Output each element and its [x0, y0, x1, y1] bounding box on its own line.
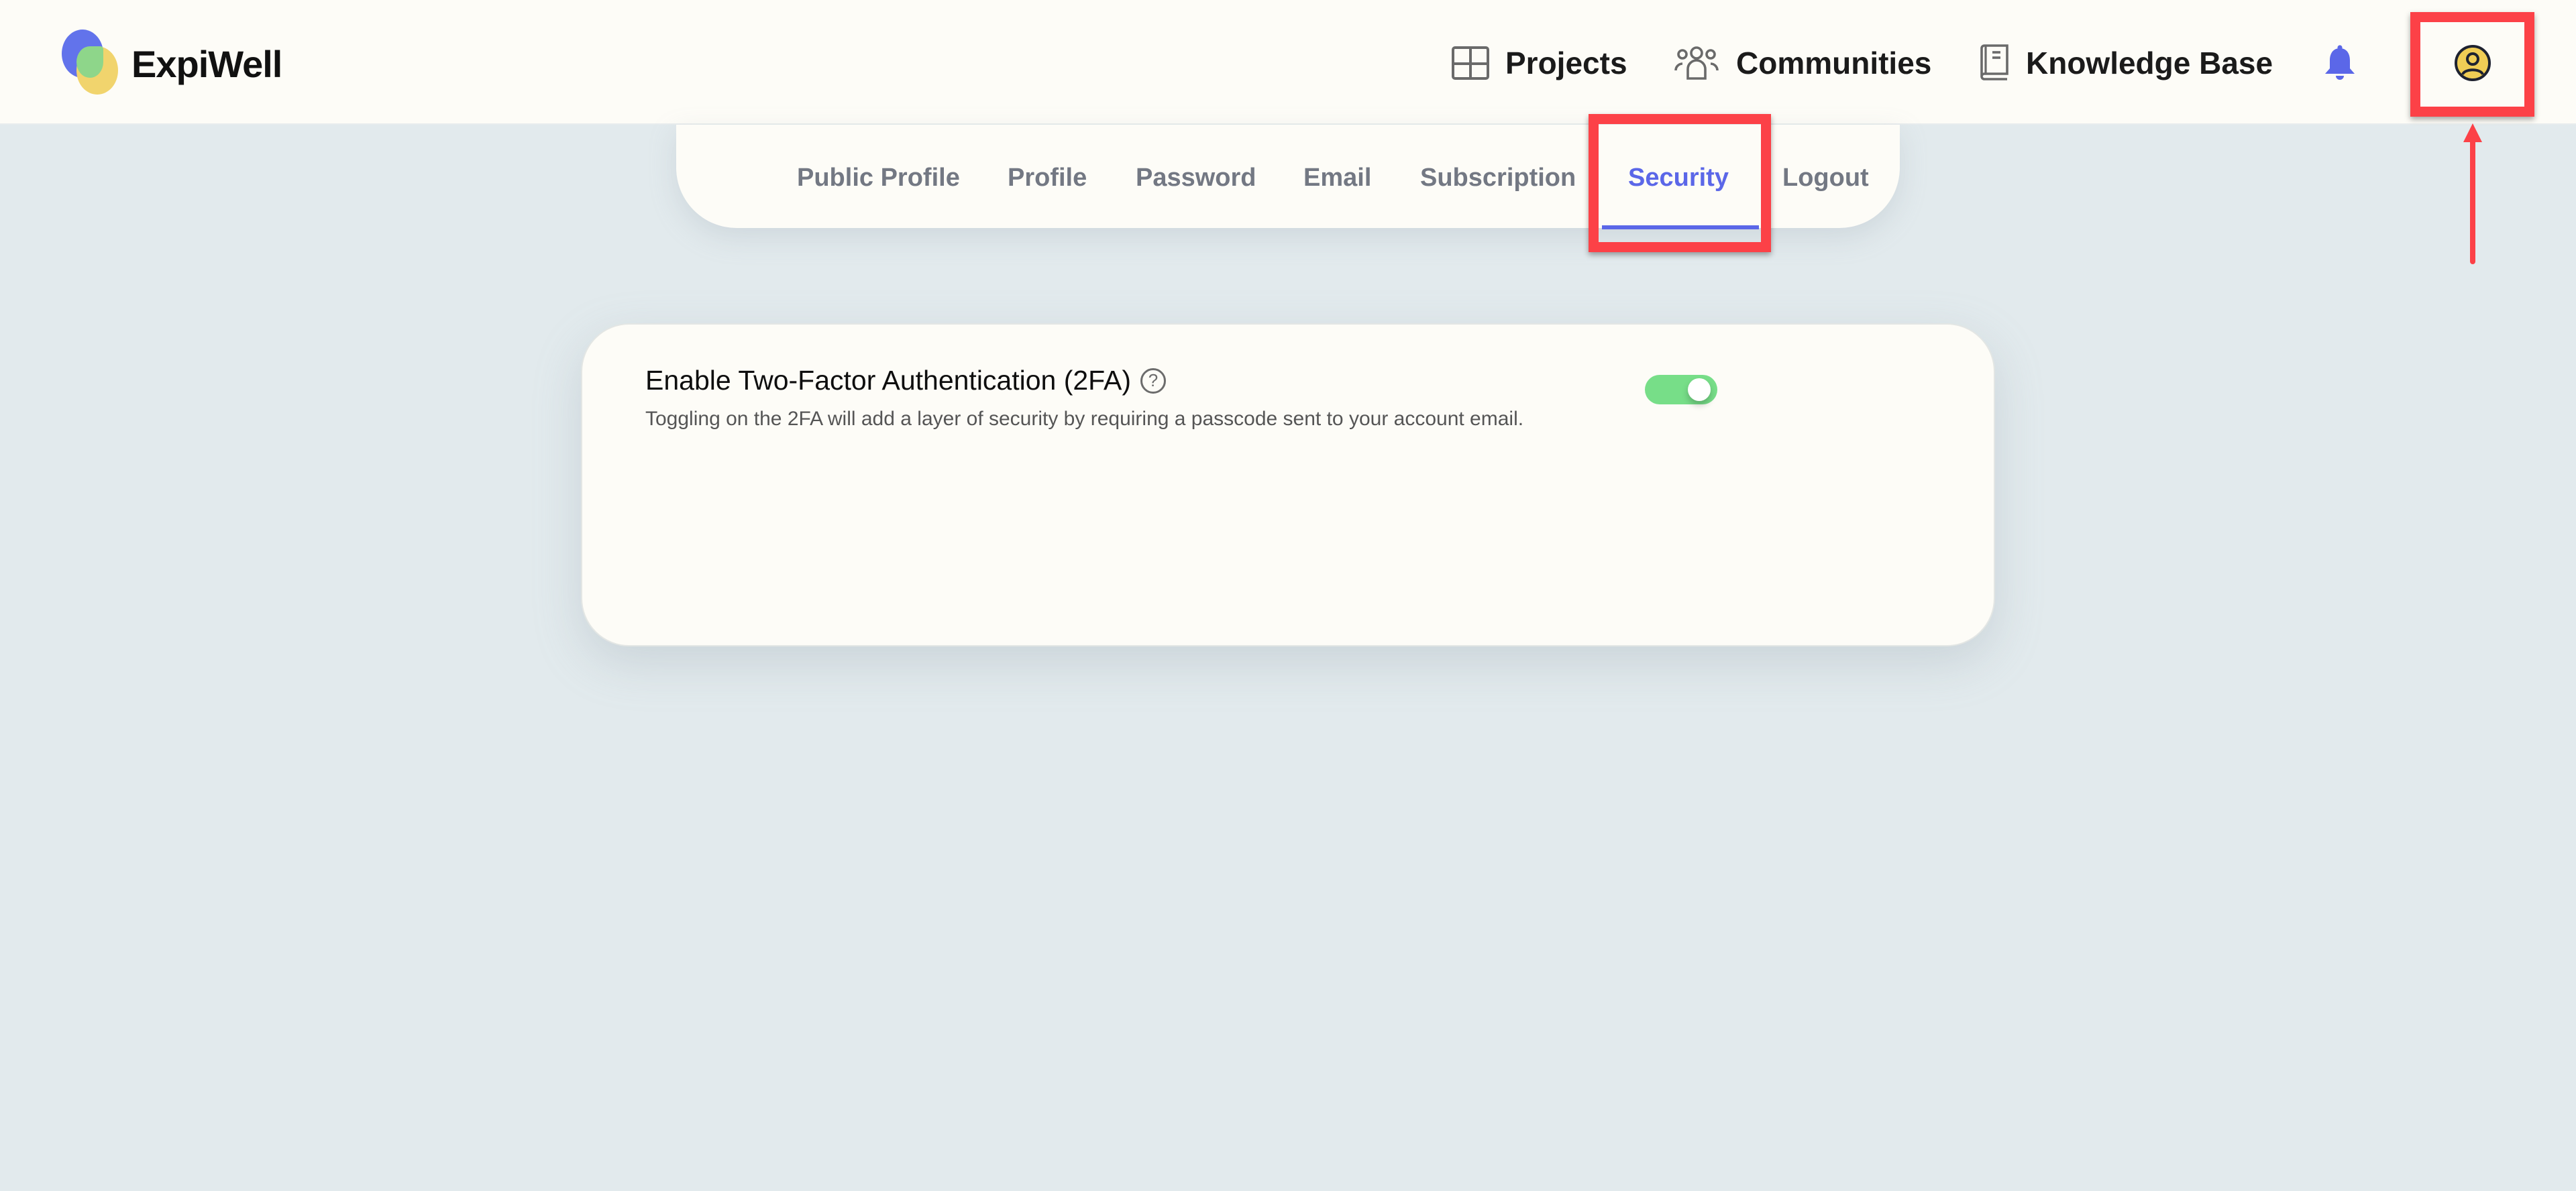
two-factor-title-text: Enable Two-Factor Authentication (2FA): [645, 365, 1131, 396]
active-tab-indicator: [1602, 225, 1759, 229]
nav-communities[interactable]: Communities: [1673, 42, 1931, 84]
security-settings-card: Enable Two-Factor Authentication (2FA) ?…: [581, 323, 1995, 646]
tab-logout[interactable]: Logout: [1782, 164, 1869, 192]
grid-icon: [1452, 46, 1489, 80]
user-circle-icon: [2455, 45, 2491, 81]
bell-icon: [2325, 45, 2355, 80]
book-icon: [1980, 44, 2008, 80]
brand-name: ExpiWell: [131, 42, 282, 85]
nav-projects[interactable]: Projects: [1452, 42, 1627, 84]
tab-profile[interactable]: Profile: [1008, 164, 1087, 192]
tab-public-profile[interactable]: Public Profile: [797, 164, 960, 192]
nav-knowledge-base-label: Knowledge Base: [2026, 46, 2273, 80]
two-factor-toggle[interactable]: [1645, 375, 1717, 404]
two-factor-setting-title: Enable Two-Factor Authentication (2FA) ?: [645, 365, 1166, 396]
notifications-button[interactable]: [2322, 44, 2357, 82]
annotation-arrow-up-icon: [2463, 123, 2482, 264]
toggle-knob: [1688, 378, 1711, 401]
tab-email[interactable]: Email: [1303, 164, 1371, 192]
account-menu-button[interactable]: [2454, 44, 2491, 82]
two-factor-description: Toggling on the 2FA will add a layer of …: [645, 408, 1524, 430]
tab-security[interactable]: Security: [1628, 164, 1729, 192]
top-navbar: ExpiWell Projects Communities Knowledge …: [0, 0, 2576, 125]
users-icon: [1674, 46, 1719, 80]
logo-mark-icon: [62, 30, 131, 98]
tab-subscription[interactable]: Subscription: [1420, 164, 1576, 192]
nav-projects-label: Projects: [1505, 46, 1627, 80]
nav-knowledge-base[interactable]: Knowledge Base: [1978, 42, 2273, 84]
nav-communities-label: Communities: [1736, 46, 1932, 80]
help-icon[interactable]: ?: [1140, 367, 1166, 394]
settings-tabs: Public Profile Profile Password Email Su…: [676, 125, 1900, 229]
tab-password[interactable]: Password: [1136, 164, 1256, 192]
brand-logo[interactable]: ExpiWell: [62, 30, 282, 98]
